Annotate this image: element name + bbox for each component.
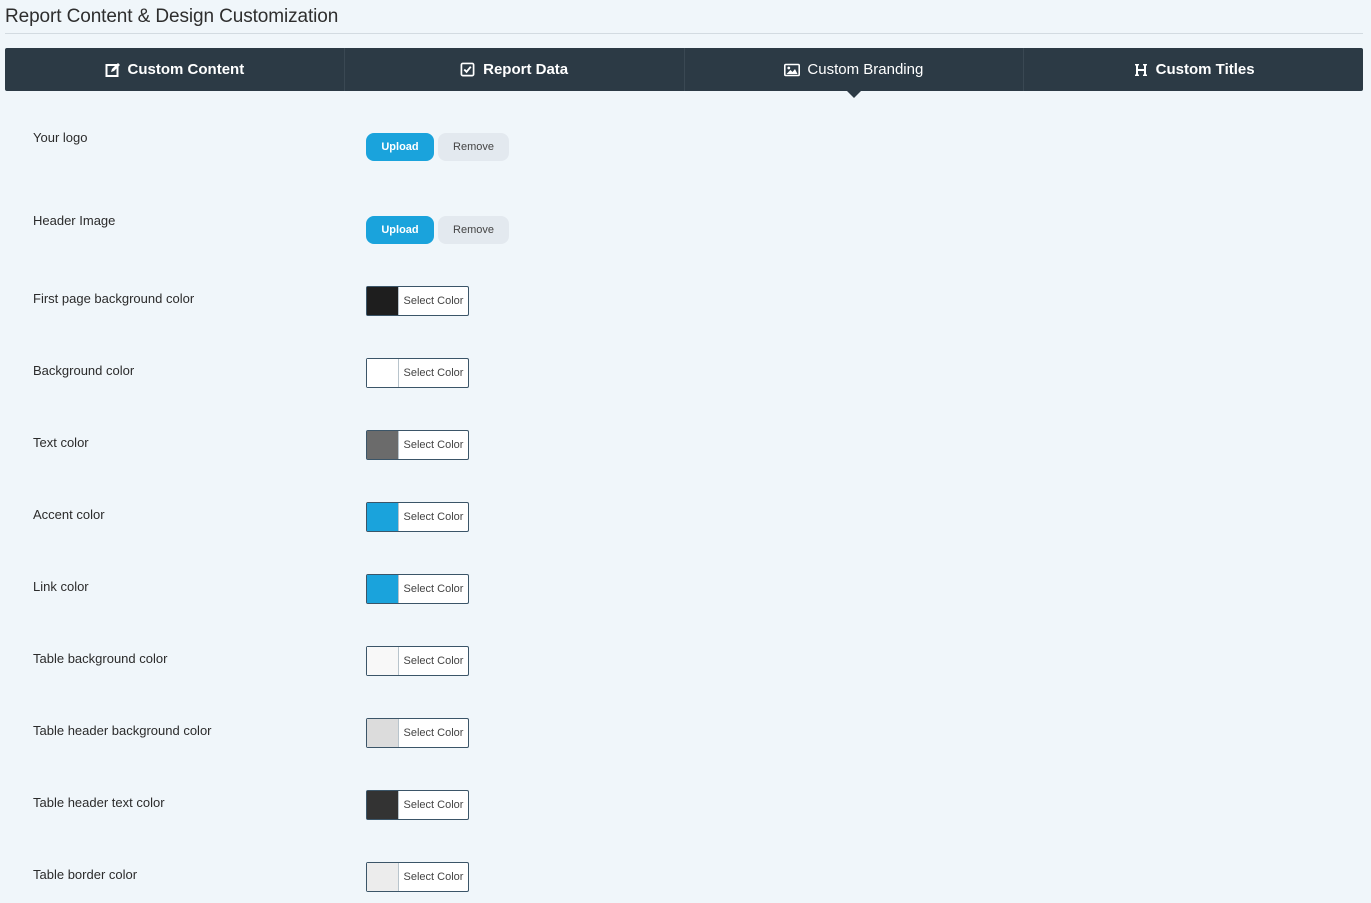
tab-report-data[interactable]: Report Data <box>343 48 684 91</box>
table-header-text-color-picker[interactable]: Select Color <box>366 790 469 820</box>
select-color-label: Select Color <box>403 871 464 883</box>
title-divider <box>5 33 1363 34</box>
accent-color-picker[interactable]: Select Color <box>366 502 469 532</box>
tab-custom-content[interactable]: Custom Content <box>5 48 344 91</box>
background-color-picker[interactable]: Select Color <box>366 358 469 388</box>
color-swatch[interactable] <box>367 503 399 531</box>
table-border-color-picker[interactable]: Select Color <box>366 862 469 892</box>
color-swatch[interactable] <box>367 359 399 387</box>
table-bg-color-picker[interactable]: Select Color <box>366 646 469 676</box>
color-swatch[interactable] <box>367 287 399 315</box>
header-image-button-group: Upload Remove <box>366 216 509 244</box>
field-label-table-header-bg: Table header background color <box>33 723 212 738</box>
field-label-table-bg: Table background color <box>33 651 168 666</box>
page-title: Report Content & Design Customization <box>5 6 339 27</box>
color-swatch[interactable] <box>367 431 399 459</box>
tab-label: Report Data <box>483 61 569 78</box>
color-swatch[interactable] <box>367 575 399 603</box>
first-page-bg-color-picker[interactable]: Select Color <box>366 286 469 316</box>
color-swatch[interactable] <box>367 719 399 747</box>
select-color-label: Select Color <box>403 295 464 307</box>
tab-custom-titles[interactable]: Custom Titles <box>1023 48 1363 91</box>
field-label-table-border: Table border color <box>33 867 138 882</box>
select-color-label: Select Color <box>403 799 464 811</box>
image-icon <box>784 62 801 78</box>
field-label-accent: Accent color <box>33 507 105 522</box>
select-color-label: Select Color <box>403 511 464 523</box>
field-label-first-page-bg: First page background color <box>33 291 195 306</box>
header-image-upload-button[interactable]: Upload <box>366 216 434 244</box>
text-color-picker[interactable]: Select Color <box>366 430 469 460</box>
checkbox-icon <box>460 62 476 78</box>
select-color-label: Select Color <box>403 727 464 739</box>
select-color-label: Select Color <box>403 439 464 451</box>
header-image-remove-button[interactable]: Remove <box>438 216 509 244</box>
logo-remove-button[interactable]: Remove <box>438 133 509 161</box>
field-label-table-header-text: Table header text color <box>33 795 165 810</box>
logo-upload-button[interactable]: Upload <box>366 133 434 161</box>
select-color-label: Select Color <box>403 655 464 667</box>
tab-bar: Custom Content Report Data Custom Brandi… <box>5 48 1363 98</box>
field-label-header-image: Header Image <box>33 213 116 228</box>
select-color-label: Select Color <box>403 367 464 379</box>
link-color-picker[interactable]: Select Color <box>366 574 469 604</box>
select-color-label: Select Color <box>403 583 464 595</box>
tab-custom-branding[interactable]: Custom Branding <box>683 48 1024 98</box>
color-swatch[interactable] <box>367 647 399 675</box>
tab-label: Custom Titles <box>1155 61 1255 78</box>
color-swatch[interactable] <box>367 791 399 819</box>
heading-icon <box>1133 62 1149 78</box>
field-label-background: Background color <box>33 363 135 378</box>
field-label-text: Text color <box>33 435 89 450</box>
field-label-link: Link color <box>33 579 89 594</box>
tab-label: Custom Content <box>127 61 245 78</box>
edit-icon <box>105 62 121 78</box>
field-label-logo: Your logo <box>33 130 88 145</box>
tab-label: Custom Branding <box>807 61 924 78</box>
table-header-bg-color-picker[interactable]: Select Color <box>366 718 469 748</box>
color-swatch[interactable] <box>367 863 399 891</box>
logo-button-group: Upload Remove <box>366 133 509 161</box>
